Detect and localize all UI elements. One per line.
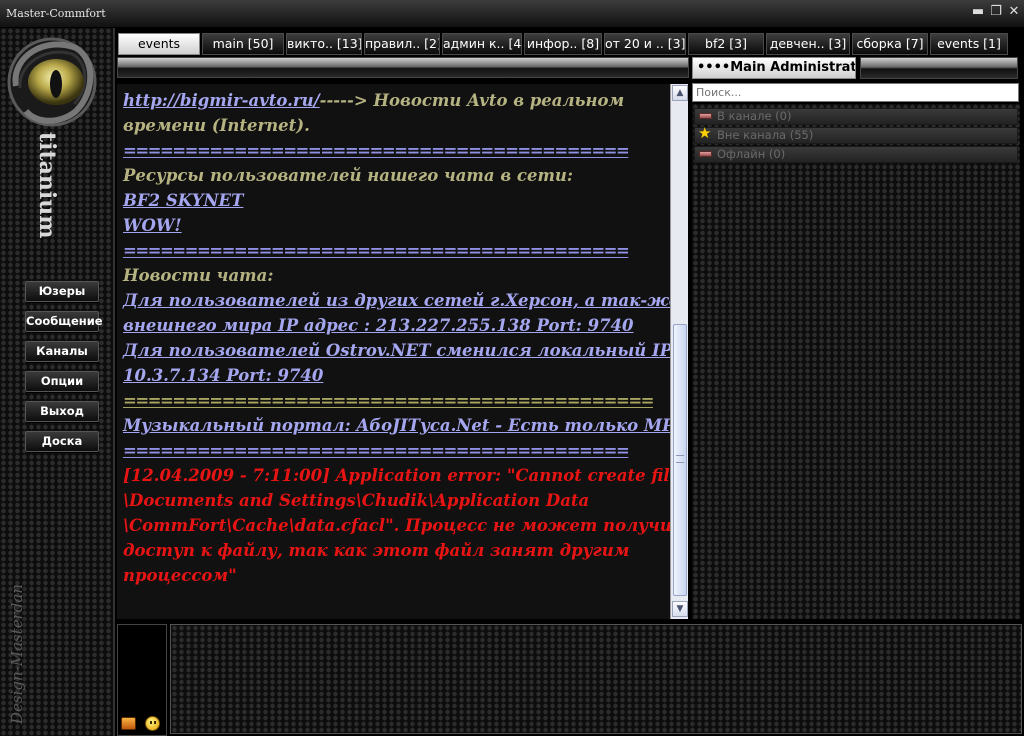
close-button[interactable]: ✕ [1006,4,1022,20]
user-list-header-bar [860,57,1018,79]
chat-line: http://bigmir-avto.ru/-----> Новости Avt… [123,88,666,113]
restore-button[interactable]: ❐ [988,4,1004,20]
chat-link[interactable]: Для пользователей из других сетей г.Херс… [123,291,670,310]
left-sidebar: titanium Юзеры Сообщение Каналы Опции Вы… [0,28,115,736]
chat-text: ========================================… [123,391,654,410]
tab-quiz[interactable]: викто.. [13] [286,33,362,55]
smiley-icon[interactable] [145,716,160,731]
chat-link[interactable]: внешнего мира IP адрес : 213.227.255.138… [123,316,634,335]
brand-text: titanium [34,132,58,239]
chat-topic-bar [117,57,689,78]
tab-over-20[interactable]: от 20 и .. [3] [604,33,686,55]
tab-build[interactable]: сборка [7] [852,33,928,55]
tab-main[interactable]: main [50] [202,33,284,55]
chat-messages: http://bigmir-avto.ru/-----> Новости Avt… [117,84,670,619]
minimize-button[interactable]: ▬ [970,4,986,20]
chat-text: -----> Новости Avto в реальном [319,91,625,110]
window-title: Master-Commfort [6,7,106,20]
error-text: процессом" [123,566,237,585]
scroll-thumb[interactable] [673,324,687,596]
bar-icon [699,151,712,157]
tab-info[interactable]: инфор.. [8] [524,33,602,55]
chat-link[interactable]: BF2 SKYNET [123,191,243,210]
title-bar: Master-Commfort ▬ ❐ ✕ [0,0,1024,28]
chat-line: Музыкальный портал: AбoJIТуса.Net - Есть… [123,413,670,438]
chat-line: ========================================… [123,438,666,463]
chat-text: ========================================… [123,141,630,160]
chat-line: 10.3.7.134 Port: 9740 [123,363,666,388]
brand-wordmark: titanium [34,132,58,239]
chat-line: ========================================… [123,238,666,263]
chat-line: Ресурсы пользователей нашего чата в сети… [123,163,666,188]
snake-logo-icon [7,37,97,127]
chat-link[interactable]: http://bigmir-avto.ru/ [123,91,320,110]
chat-line: Новости чата: [123,263,666,288]
chat-line: [12.04.2009 - 7:11:00] Application error… [123,463,670,488]
bar-icon [699,113,712,119]
message-input[interactable] [170,624,1022,734]
chat-line: процессом" [123,563,666,588]
chat-line: времени (Internet). [123,113,666,138]
designer-text: Design-Masterdan [8,584,26,725]
group-label: В канале (0) [717,109,792,123]
tab-events-2[interactable]: events [1] [930,33,1008,55]
chat-text: ========================================… [123,241,630,260]
grip-icon [676,455,684,463]
tab-girls[interactable]: девчен.. [3] [766,33,850,55]
chat-text: ========================================… [123,441,630,460]
user-list-header[interactable]: ••••Main Administrat.. [692,57,856,79]
group-offline[interactable]: Офлайн (0) [694,146,1018,163]
group-outside-channel[interactable]: ★ Вне канала (55) [694,124,1018,144]
users-button[interactable]: Юзеры [25,281,99,302]
board-button[interactable]: Доска [25,431,99,452]
chat-text: времени (Internet). [123,116,310,135]
error-text: [12.04.2009 - 7:11:00] Application error… [123,466,670,485]
group-label: Офлайн (0) [717,147,786,161]
chat-link[interactable]: Для пользователей Ostrov.NET сменился ло… [123,341,670,360]
chat-link[interactable]: Музыкальный портал: AбoJIТуса.Net - Есть… [123,416,670,435]
chat-line: внешнего мира IP адрес : 213.227.255.138… [123,313,666,338]
designer-signature: Design-Masterdan [8,584,26,725]
star-icon: ★ [698,124,712,142]
chat-line: ========================================… [123,388,666,413]
chat-line: BF2 SKYNET [123,188,666,213]
group-label: Вне канала (55) [717,128,814,142]
tab-rules[interactable]: правил.. [2] [364,33,440,55]
message-button[interactable]: Сообщение [25,311,103,332]
chat-link[interactable]: 10.3.7.134 Port: 9740 [123,366,323,385]
chat-scrollbar[interactable]: ▲ ▼ [670,84,688,619]
error-text: \CommFort\Cache\data.cfacl". Процесс не … [123,516,670,535]
tab-events[interactable]: events [118,33,200,55]
chat-line: WOW! [123,213,666,238]
channel-tabs: events main [50] викто.. [13] правил.. [… [116,33,1014,55]
chat-line: \CommFort\Cache\data.cfacl". Процесс не … [123,513,670,538]
user-list: В канале (0) ★ Вне канала (55) Офлайн (0… [692,104,1020,619]
user-search-input[interactable] [692,83,1019,102]
channels-button[interactable]: Каналы [25,341,99,362]
chat-text: Ресурсы пользователей нашего чата в сети… [123,166,573,185]
chat-line: доступ к файлу, так как этот файл занят … [123,538,666,563]
chat-line: ========================================… [123,138,666,163]
chat-line: Для пользователей Ostrov.NET сменился ло… [123,338,670,363]
send-icon[interactable] [121,717,136,730]
chat-link[interactable]: WOW! [123,216,182,235]
chat-line: \Documents and Settings\Chudik\Applicati… [123,488,666,513]
options-button[interactable]: Опции [25,371,99,392]
scroll-up-icon[interactable]: ▲ [672,85,688,101]
tab-bf2[interactable]: bf2 [3] [688,33,764,55]
tab-admin[interactable]: админ к.. [4] [442,33,522,55]
exit-button[interactable]: Выход [25,401,99,422]
error-text: доступ к файлу, так как этот файл занят … [123,541,630,560]
scroll-down-icon[interactable]: ▼ [672,601,688,617]
chat-line: Для пользователей из других сетей г.Херс… [123,288,670,313]
chat-text: Новости чата: [123,266,274,285]
error-text: \Documents and Settings\Chudik\Applicati… [123,491,590,510]
group-in-channel[interactable]: В канале (0) [694,108,1018,125]
